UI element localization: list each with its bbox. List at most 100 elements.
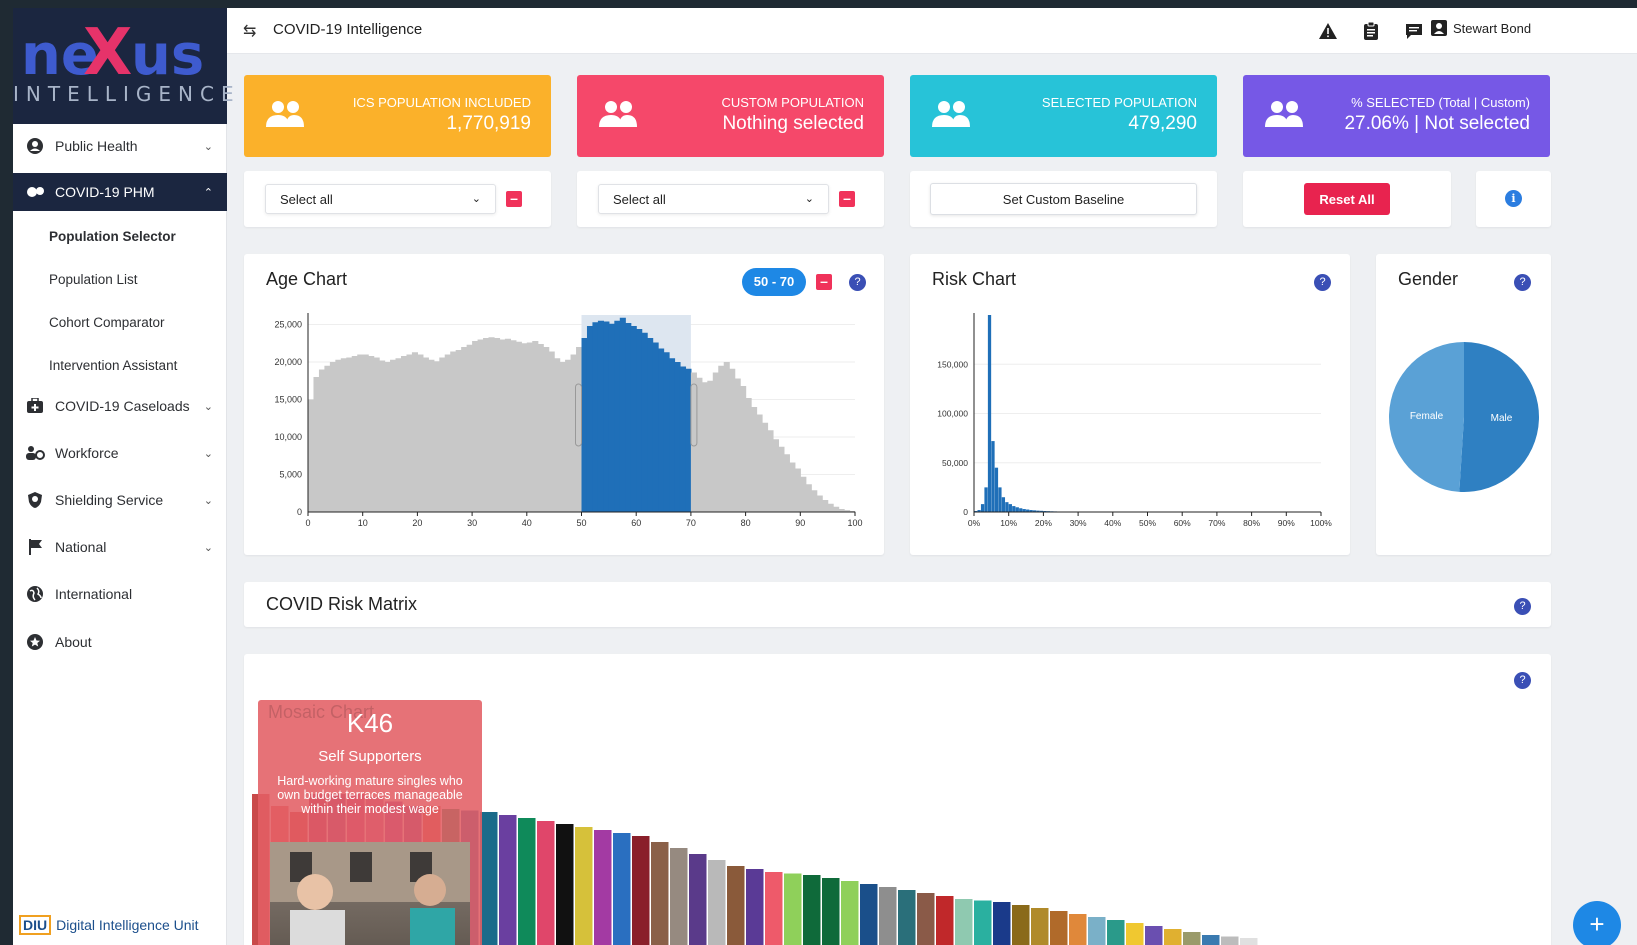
swap-arrows-icon[interactable]: ⇆: [243, 21, 256, 41]
top-bar: ⇆ COVID-19 Intelligence Stewart Bond ⏻: [227, 8, 1637, 54]
x-tick-label: 70: [686, 518, 696, 528]
x-tick-label: 70%: [1208, 518, 1225, 528]
risk-matrix-panel[interactable]: COVID Risk Matrix ?: [244, 582, 1551, 627]
age-bar: [811, 490, 818, 512]
stat-value: Nothing selected: [722, 113, 864, 134]
mosaic-bar: [822, 878, 840, 945]
remove-filter-button[interactable]: –: [839, 191, 855, 207]
sidebar-item-label: COVID-19 PHM: [55, 184, 155, 200]
age-bar: [751, 407, 758, 512]
age-bar: [745, 398, 752, 512]
mosaic-bar: [803, 875, 821, 945]
age-bar: [357, 354, 364, 512]
sidebar-item-shielding-service[interactable]: Shielding Service ⌄: [13, 480, 227, 520]
age-bar: [669, 358, 676, 512]
age-bar: [472, 341, 479, 512]
population-select-2[interactable]: Select all ⌄: [598, 184, 829, 214]
stat-value: 479,290: [1128, 113, 1197, 134]
chevron-down-icon: ⌄: [471, 193, 481, 205]
age-bar: [346, 357, 353, 512]
population-select-1[interactable]: Select all ⌄: [265, 184, 496, 214]
mosaic-group-name: Self Supporters: [318, 748, 422, 765]
mosaic-bar: [556, 824, 574, 945]
age-bar: [417, 354, 424, 512]
age-bar: [718, 365, 725, 512]
mosaic-bar: [499, 815, 517, 945]
risk-bar: [1008, 504, 1012, 512]
age-bar: [554, 358, 561, 512]
globe-icon: [25, 584, 45, 604]
select-value: Select all: [613, 191, 666, 207]
info-panel: i: [1476, 171, 1551, 227]
risk-bar: [991, 441, 995, 512]
mosaic-bar: [898, 890, 916, 945]
risk-bar: [1015, 507, 1019, 512]
user-circle-icon: [25, 136, 45, 156]
sidebar-subitem-population-list[interactable]: Population List: [13, 259, 227, 299]
age-bar: [543, 347, 550, 512]
x-tick-label: 90: [795, 518, 805, 528]
sidebar-subitem-population-selector[interactable]: Population Selector: [13, 216, 227, 256]
age-bar: [663, 352, 670, 512]
age-bar: [379, 360, 386, 512]
user-menu[interactable]: Stewart Bond: [1431, 20, 1531, 36]
age-bar: [658, 348, 665, 512]
sidebar-item-international[interactable]: International: [13, 574, 227, 614]
y-tick-label: 5,000: [279, 470, 302, 480]
chevron-up-icon: ⌃: [203, 186, 213, 199]
x-tick-label: 10: [358, 518, 368, 528]
age-bar: [439, 357, 446, 512]
sidebar-subitem-intervention-assistant[interactable]: Intervention Assistant: [13, 345, 227, 385]
age-bar: [778, 446, 785, 512]
pie-label: Female: [1410, 411, 1444, 422]
stat-card-custom-population: CUSTOM POPULATION Nothing selected: [577, 75, 884, 157]
sidebar-item-label: Public Health: [55, 138, 138, 154]
chevron-down-icon: ⌄: [203, 541, 213, 554]
age-chart-svg[interactable]: 0 5,000 10,000 15,000 20,000 25,000 0 10 20 30 40 5…: [244, 254, 884, 555]
remove-filter-button[interactable]: –: [506, 191, 522, 207]
mosaic-bar: [1126, 923, 1144, 945]
sidebar-item-covid19-caseloads[interactable]: COVID-19 Caseloads ⌄: [13, 386, 227, 426]
age-bar: [729, 368, 736, 512]
sidebar-subitem-cohort-comparator[interactable]: Cohort Comparator: [13, 302, 227, 342]
set-custom-baseline-button[interactable]: Set Custom Baseline: [930, 183, 1197, 215]
info-icon[interactable]: i: [1505, 190, 1522, 207]
clipboard-icon[interactable]: [1360, 20, 1382, 42]
warning-icon[interactable]: [1317, 20, 1339, 42]
diu-footer-logo[interactable]: DIU Digital Intelligence Unit: [19, 915, 199, 935]
y-tick-label: 0: [297, 507, 302, 517]
add-button[interactable]: +: [1573, 901, 1621, 945]
sidebar-item-workforce[interactable]: Workforce ⌄: [13, 433, 227, 473]
x-tick-label: 20%: [1035, 518, 1052, 528]
mosaic-bar: [860, 884, 878, 945]
age-bar: [652, 342, 659, 512]
sidebar-item-covid19-phm[interactable]: COVID-19 PHM ⌃: [13, 173, 227, 211]
mosaic-bar: [955, 899, 973, 945]
chat-icon[interactable]: [1403, 20, 1425, 42]
logo-text-us: us: [131, 23, 204, 88]
risk-chart-svg[interactable]: 0 50,000 100,000 150,000 0% 10% 20% 30% 40% 50% 60…: [910, 254, 1350, 555]
shield-icon: [25, 490, 45, 510]
gender-chart-svg[interactable]: Male Female: [1376, 254, 1551, 555]
chevron-down-icon: ⌄: [203, 140, 213, 153]
mosaic-bar: [1183, 932, 1201, 945]
age-bar: [734, 378, 741, 512]
stat-label: CUSTOM POPULATION: [721, 95, 864, 110]
mosaic-bar: [537, 821, 555, 945]
stat-card-selected-population: SELECTED POPULATION 479,290: [910, 75, 1217, 157]
mosaic-bar: [1240, 938, 1258, 945]
sidebar-item-national[interactable]: National ⌄: [13, 527, 227, 567]
stat-card-percent-selected: % SELECTED (Total | Custom) 27.06% | Not…: [1243, 75, 1550, 157]
age-bar: [450, 351, 457, 512]
sidebar-item-about[interactable]: About: [13, 622, 227, 662]
reset-all-button[interactable]: Reset All: [1304, 183, 1390, 215]
sidebar-item-label: National: [55, 539, 107, 555]
nexus-logo[interactable]: ne X us INTELLIGENCE: [13, 8, 234, 124]
sidebar-item-label: International: [55, 586, 133, 602]
x-tick-label: 50%: [1139, 518, 1156, 528]
sidebar-item-public-health[interactable]: Public Health ⌄: [13, 126, 227, 166]
age-bar: [521, 343, 528, 512]
help-icon[interactable]: ?: [1514, 598, 1531, 615]
chevron-down-icon: ⌄: [203, 400, 213, 413]
age-bar: [603, 321, 610, 512]
